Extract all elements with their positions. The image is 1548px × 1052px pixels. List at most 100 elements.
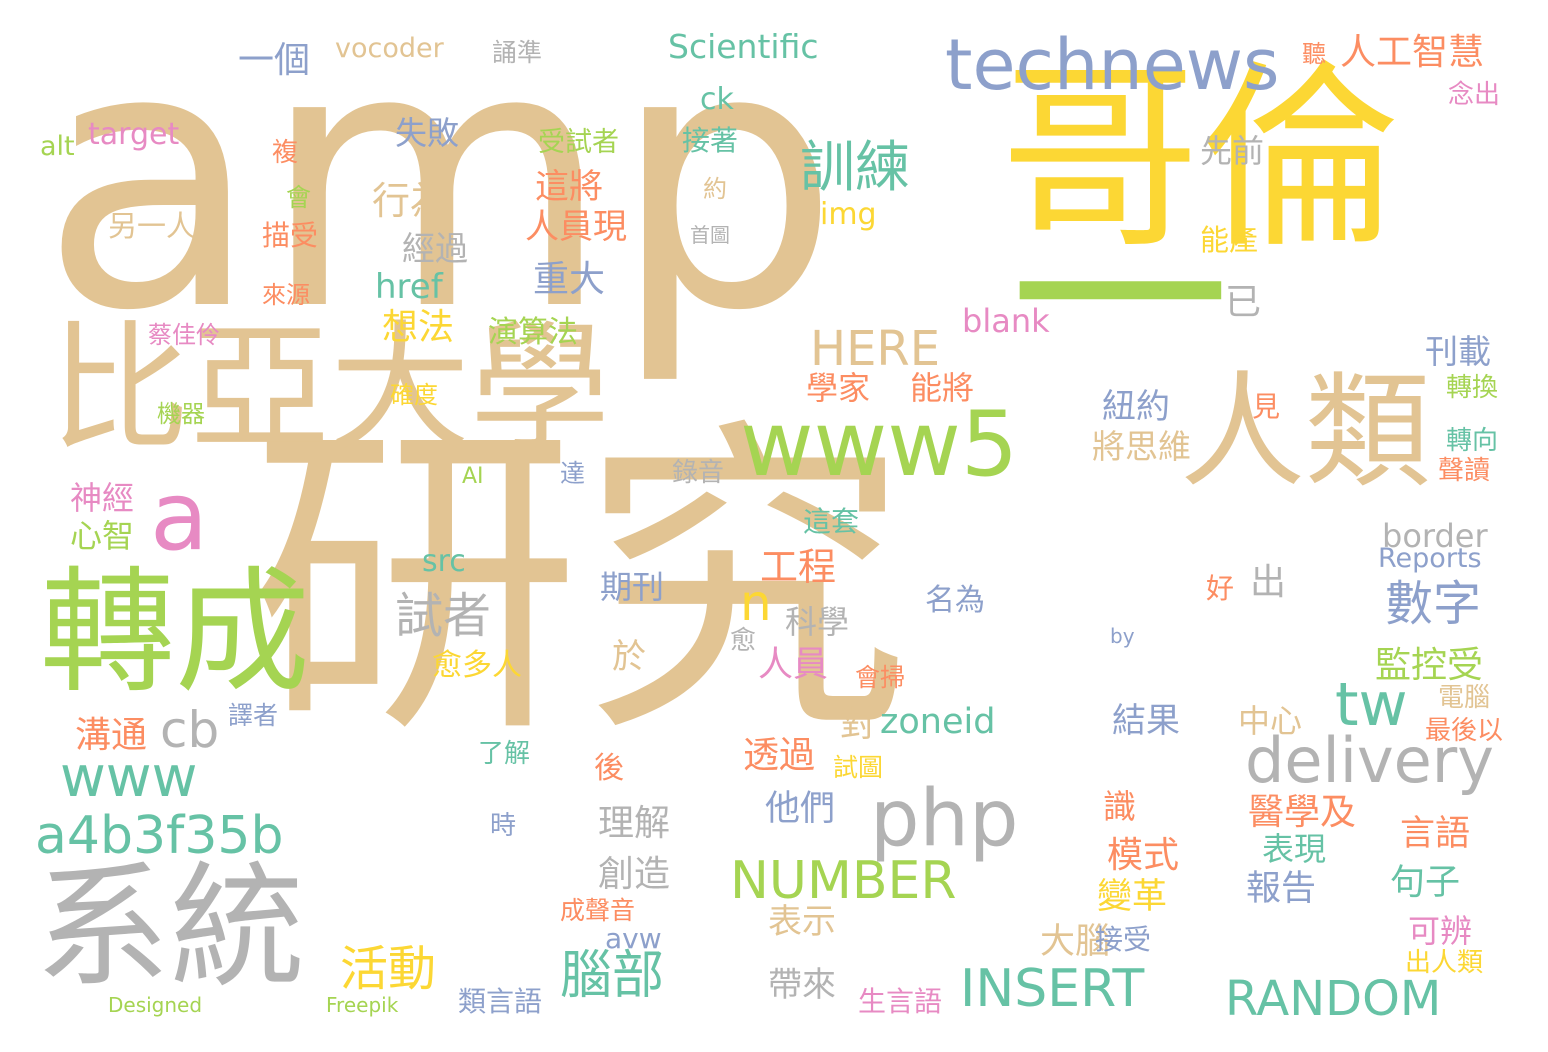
word-cjk-57: 聲讀 <box>1438 456 1491 486</box>
word-cjk-41: 經過 <box>402 229 468 268</box>
word-cjk-114: 先前 <box>1200 132 1265 170</box>
word-cjk-58: 神經 <box>70 479 135 517</box>
word-cjk-122: 來源 <box>262 281 310 309</box>
word-reports: Reports <box>1378 543 1482 574</box>
word-cjk-65: 出 <box>1250 562 1287 603</box>
word-cjk-25: 活動 <box>340 941 437 997</box>
word-cjk-46: 演算法 <box>488 315 578 350</box>
word-cjk-120: 另一人 <box>108 209 196 243</box>
word-cjk-44: 重大 <box>533 259 606 300</box>
word-designed: Designed <box>108 993 203 1017</box>
word-cjk-37: 接著 <box>682 124 739 157</box>
word-cjk-24: 腦部 <box>560 946 665 1006</box>
word-cjk-84: 電腦 <box>1438 683 1491 713</box>
word-cjk-51: 紐約 <box>1102 387 1170 427</box>
word-cjk-89: 時 <box>490 811 517 841</box>
word-cjk-85: 最後以 <box>1425 716 1504 746</box>
word-cjk-29: 人工智慧 <box>1340 32 1485 73</box>
word-cjk-36: 受試者 <box>538 127 619 158</box>
word-freepik: Freepik <box>326 993 399 1017</box>
word-technews: technews <box>945 24 1280 106</box>
word-cjk-81: 後 <box>594 751 624 786</box>
word-cjk-73: 愈多人 <box>432 648 522 683</box>
word-cjk-100: 成聲音 <box>560 896 636 925</box>
word-cjk-90: 識 <box>1103 787 1136 826</box>
word-cjk-72: 於 <box>612 637 646 677</box>
word-cjk-22: 數字 <box>1385 576 1482 632</box>
word-cjk-92: 言語 <box>1400 814 1471 854</box>
word-cjk-117: 能產 <box>1200 223 1259 257</box>
word-cjk-31: 一個 <box>238 40 311 81</box>
word-cjk-64: 人員 <box>758 645 829 685</box>
word-cjk-104: 可辨 <box>1408 912 1473 950</box>
word-cjk-96: 創造 <box>598 854 671 895</box>
word-cjk-113: 念出 <box>1448 80 1501 110</box>
word-number: NUMBER <box>730 851 957 911</box>
word-cjk-59: 心智 <box>70 517 135 555</box>
word-a: a <box>150 462 209 572</box>
word-by: by <box>1110 624 1135 648</box>
word-cjk-112: 聽 <box>1302 40 1326 68</box>
word-cjk-45: 想法 <box>382 307 455 348</box>
word-cjk-26: 試者 <box>395 588 492 644</box>
word-vocoder: vocoder <box>335 33 444 64</box>
word-cjk-103: 接受 <box>1095 923 1152 956</box>
word-cjk-39: 行為 <box>372 179 449 223</box>
word-zoneid: zoneid <box>880 702 996 742</box>
word-cjk-108: 生言語 <box>858 985 943 1018</box>
word-cjk-98: 變革 <box>1097 877 1168 917</box>
word-cjk-91: 醫學及 <box>1248 792 1357 833</box>
word-cjk-86: 試圖 <box>833 753 884 782</box>
word-cjk-129: 這套 <box>803 505 860 538</box>
word-href: href <box>375 267 443 307</box>
word-ai: AI <box>462 464 484 489</box>
word-cjk-75: 對 <box>840 705 876 745</box>
word-cjk-21: 訓練 <box>800 135 911 199</box>
word-cjk-121: 描受 <box>262 219 319 252</box>
word-ck: ck <box>700 82 734 117</box>
word-cjk-8: 轉成 <box>40 554 310 711</box>
word-alt: alt <box>40 131 75 162</box>
word-cjk-68: 監控受 <box>1375 645 1484 686</box>
word-blank: blank <box>962 302 1050 340</box>
word-cjk-116: 首圖 <box>690 223 730 247</box>
word-avw: avw <box>605 922 662 955</box>
word-cjk-9: 系統 <box>35 849 305 1006</box>
word-cjk-118: 複 <box>272 138 299 168</box>
word-cjk-55: 轉換 <box>1446 373 1499 403</box>
word-cjk-70: 名為 <box>925 583 985 618</box>
word-cjk-124: 機器 <box>157 400 205 428</box>
word-cjk-79: 譯者 <box>228 701 279 730</box>
word-cjk-93: 模式 <box>1107 835 1180 876</box>
word-cjk-105: 出人類 <box>1405 948 1484 978</box>
word-cjk-107: 類言語 <box>458 985 543 1018</box>
word-scientific: Scientific <box>668 27 819 66</box>
word-cjk-61: 工程 <box>760 545 837 589</box>
word-cjk-80: 了解 <box>478 739 531 769</box>
word-src: src <box>422 544 466 579</box>
word-cjk-74: 愈 <box>730 626 757 656</box>
word-cjk-63: 科學 <box>785 603 850 641</box>
word-cjk-106: 帶來 <box>768 965 836 1005</box>
word-a4b3f35b: a4b3f35b <box>35 806 284 866</box>
word-php: php <box>870 774 1019 864</box>
word-cjk-34: 失敗 <box>395 114 460 152</box>
word-cjk-78: 溝通 <box>75 715 148 756</box>
word-cjk-82: 透過 <box>743 735 816 776</box>
word-insert: INSERT <box>960 959 1145 1019</box>
word-cjk-111: 誦準 <box>492 38 543 67</box>
word-img: img <box>820 197 877 232</box>
word-cjk-38: 這將 <box>535 167 603 207</box>
word-cb: cb <box>160 701 220 759</box>
word-cjk-69: 好 <box>1206 572 1235 605</box>
word-cjk-62: 期刊 <box>600 568 665 606</box>
word-cjk-49: 學家 <box>806 369 871 407</box>
word-here: HERE <box>810 321 941 377</box>
word-random: RANDOM <box>1225 971 1442 1027</box>
word-cjk-76: 結果 <box>1112 701 1180 741</box>
word-cjk-99: 表示 <box>768 902 836 942</box>
word-cjk-123: 蔡佳伶 <box>148 321 220 349</box>
word-cjk-127: 達 <box>560 459 586 488</box>
word-cjk-5: 人類 <box>1180 360 1430 505</box>
word-cjk-97: 報告 <box>1246 869 1317 909</box>
